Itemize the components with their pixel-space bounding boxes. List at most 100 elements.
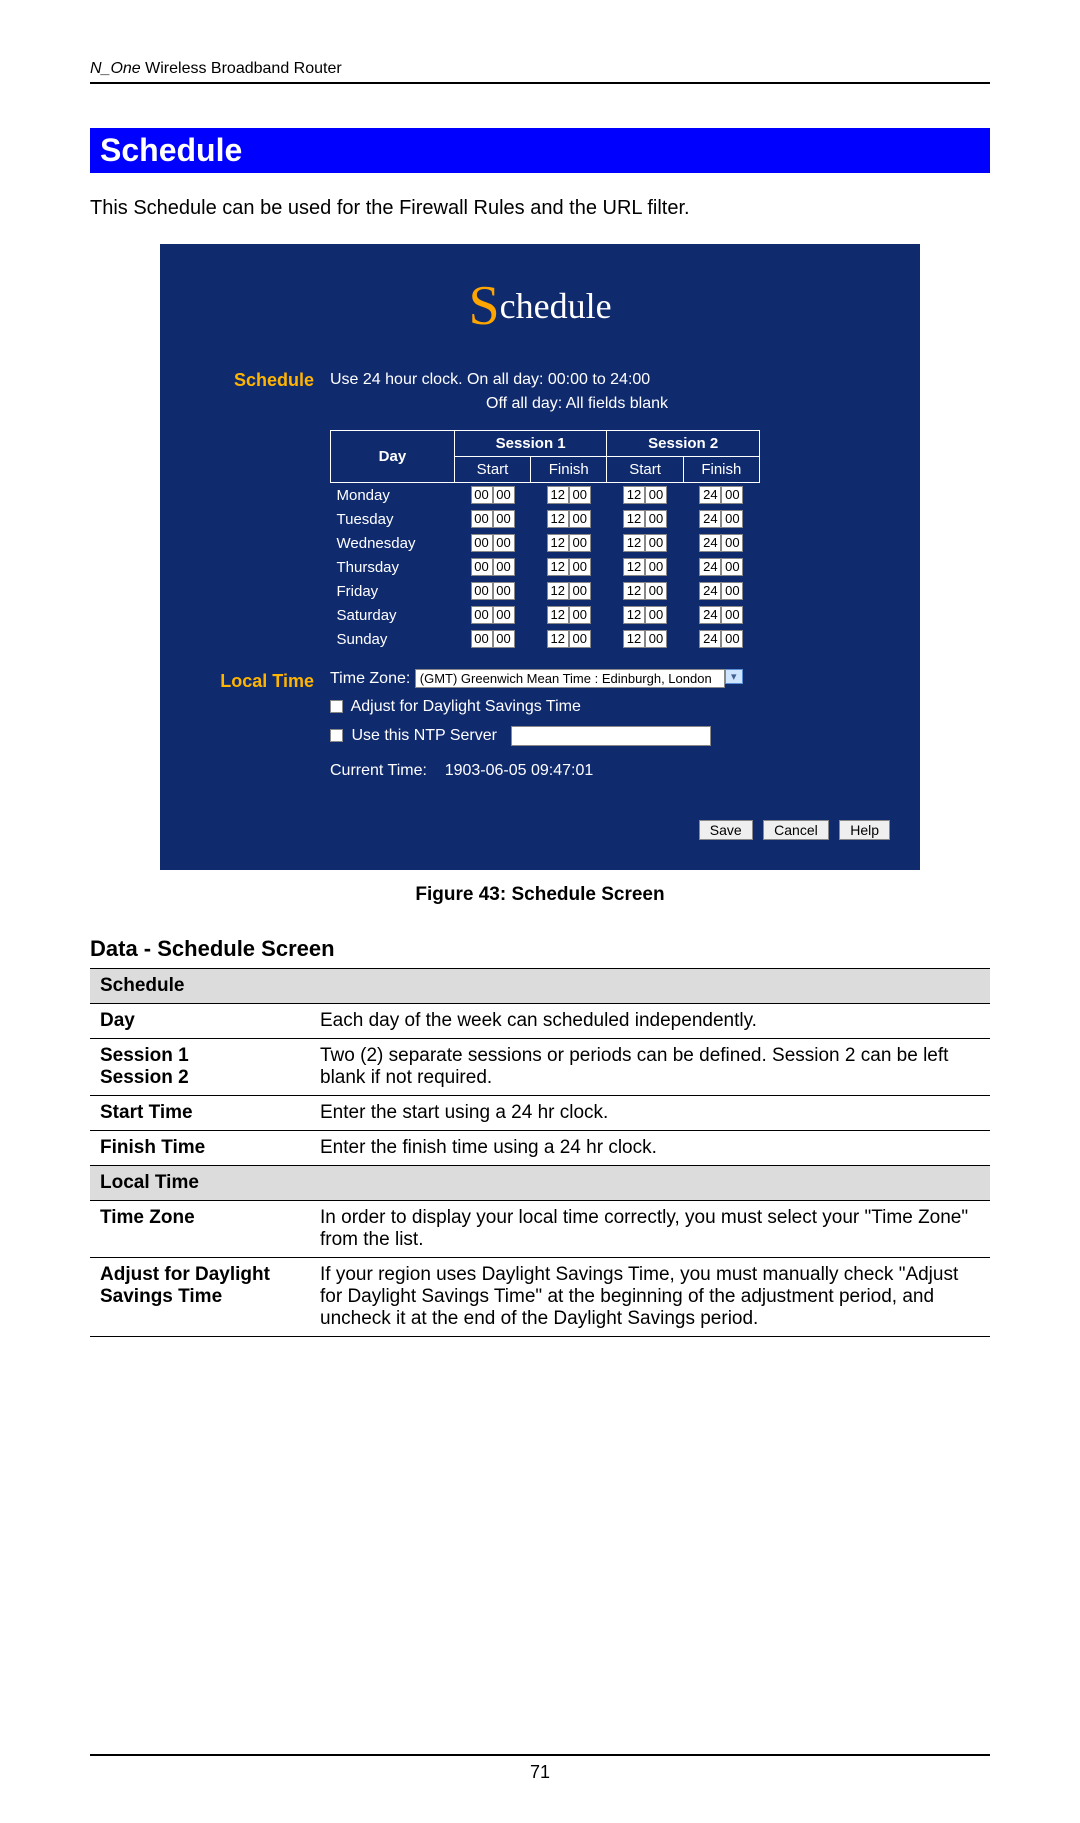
s1-finish-h[interactable]: 12 [547,510,569,528]
day-header: Day [331,431,455,483]
s2-start-m[interactable]: 00 [645,534,667,552]
s2-finish-m[interactable]: 00 [721,510,743,528]
section-title: Schedule [90,128,990,173]
table-row: Finish TimeEnter the finish time using a… [90,1131,990,1166]
s1-start-m[interactable]: 00 [493,486,515,504]
s2-start-h[interactable]: 12 [623,558,645,576]
s2-finish-m[interactable]: 00 [721,558,743,576]
data-label: Session 1Session 2 [90,1039,310,1096]
schedule-logo: Schedule [180,274,900,338]
s2-start-m[interactable]: 00 [645,606,667,624]
clock-help-line2: Off all day: All fields blank [330,392,900,416]
table-row: Monday0000120012002400 [331,483,760,508]
data-desc: Enter the finish time using a 24 hr cloc… [310,1131,990,1166]
s2-start-h[interactable]: 12 [623,534,645,552]
s2-start-h[interactable]: 12 [623,582,645,600]
data-label: Day [90,1004,310,1039]
s2-finish-header: Finish [683,457,759,483]
table-row: Adjust for Daylight Savings TimeIf your … [90,1258,990,1337]
s2-finish-h[interactable]: 24 [699,582,721,600]
s1-start-m[interactable]: 00 [493,630,515,648]
s2-start-h[interactable]: 12 [623,510,645,528]
table-row: DayEach day of the week can scheduled in… [90,1004,990,1039]
ntp-checkbox[interactable] [330,729,343,742]
s2-finish-h[interactable]: 24 [699,534,721,552]
data-label: Time Zone [90,1201,310,1258]
s1-start-m[interactable]: 00 [493,558,515,576]
save-button[interactable]: Save [699,820,753,840]
s2-start-h[interactable]: 12 [623,630,645,648]
s1-finish-m[interactable]: 00 [569,558,591,576]
table-row: Start TimeEnter the start using a 24 hr … [90,1096,990,1131]
s2-finish-m[interactable]: 00 [721,534,743,552]
product-name-italic: N_One [90,60,141,77]
cancel-button[interactable]: Cancel [763,820,829,840]
s1-start-h[interactable]: 00 [471,510,493,528]
data-label: Start Time [90,1096,310,1131]
s2-finish-h[interactable]: 24 [699,558,721,576]
s1-finish-m[interactable]: 00 [569,630,591,648]
s1-start-m[interactable]: 00 [493,606,515,624]
chevron-down-icon[interactable]: ▾ [725,669,743,684]
table-row: Tuesday0000120012002400 [331,507,760,531]
schedule-screenshot: Schedule Schedule Use 24 hour clock. On … [160,244,920,870]
s1-start-h[interactable]: 00 [471,558,493,576]
day-cell: Tuesday [331,507,455,531]
data-table: Schedule DayEach day of the week can sch… [90,968,990,1337]
data-desc: In order to display your local time corr… [310,1201,990,1258]
day-cell: Wednesday [331,531,455,555]
s1-start-m[interactable]: 00 [493,510,515,528]
s1-start-h[interactable]: 00 [471,534,493,552]
s1-finish-h[interactable]: 12 [547,606,569,624]
s1-finish-m[interactable]: 00 [569,534,591,552]
s1-start-h[interactable]: 00 [471,486,493,504]
table-row: Time ZoneIn order to display your local … [90,1201,990,1258]
s2-finish-h[interactable]: 24 [699,630,721,648]
s1-finish-m[interactable]: 00 [569,582,591,600]
s2-start-header: Start [607,457,683,483]
help-button[interactable]: Help [839,820,890,840]
dst-label: Adjust for Daylight Savings Time [351,698,581,715]
data-desc: Enter the start using a 24 hr clock. [310,1096,990,1131]
s2-finish-h[interactable]: 24 [699,510,721,528]
timezone-select[interactable]: (GMT) Greenwich Mean Time : Edinburgh, L… [415,669,725,688]
s1-finish-m[interactable]: 00 [569,510,591,528]
s1-start-h[interactable]: 00 [471,582,493,600]
intro-text: This Schedule can be used for the Firewa… [90,197,990,220]
s1-finish-h[interactable]: 12 [547,558,569,576]
s2-start-m[interactable]: 00 [645,558,667,576]
s2-start-h[interactable]: 12 [623,486,645,504]
s2-finish-m[interactable]: 00 [721,582,743,600]
s1-finish-m[interactable]: 00 [569,606,591,624]
s2-finish-h[interactable]: 24 [699,486,721,504]
session1-header: Session 1 [454,431,607,457]
s1-start-m[interactable]: 00 [493,582,515,600]
dst-checkbox[interactable] [330,700,343,713]
s2-start-m[interactable]: 00 [645,582,667,600]
s1-start-m[interactable]: 00 [493,534,515,552]
s1-start-h[interactable]: 00 [471,630,493,648]
page-header: N_One Wireless Broadband Router [90,60,990,84]
s2-finish-m[interactable]: 00 [721,486,743,504]
s2-start-m[interactable]: 00 [645,630,667,648]
ntp-server-input[interactable] [511,726,711,746]
data-desc: If your region uses Daylight Savings Tim… [310,1258,990,1337]
data-label: Finish Time [90,1131,310,1166]
s2-finish-m[interactable]: 00 [721,606,743,624]
session2-header: Session 2 [607,431,760,457]
s1-finish-h[interactable]: 12 [547,534,569,552]
s2-start-h[interactable]: 12 [623,606,645,624]
s2-start-m[interactable]: 00 [645,486,667,504]
day-cell: Thursday [331,555,455,579]
s1-start-h[interactable]: 00 [471,606,493,624]
s1-finish-h[interactable]: 12 [547,630,569,648]
s2-finish-h[interactable]: 24 [699,606,721,624]
s1-finish-h[interactable]: 12 [547,486,569,504]
data-heading: Data - Schedule Screen [90,936,990,962]
s2-finish-m[interactable]: 00 [721,630,743,648]
timezone-value: (GMT) Greenwich Mean Time : Edinburgh, L… [420,671,712,686]
s1-finish-m[interactable]: 00 [569,486,591,504]
s2-start-m[interactable]: 00 [645,510,667,528]
s1-finish-h[interactable]: 12 [547,582,569,600]
product-name-rest: Wireless Broadband Router [141,60,342,77]
